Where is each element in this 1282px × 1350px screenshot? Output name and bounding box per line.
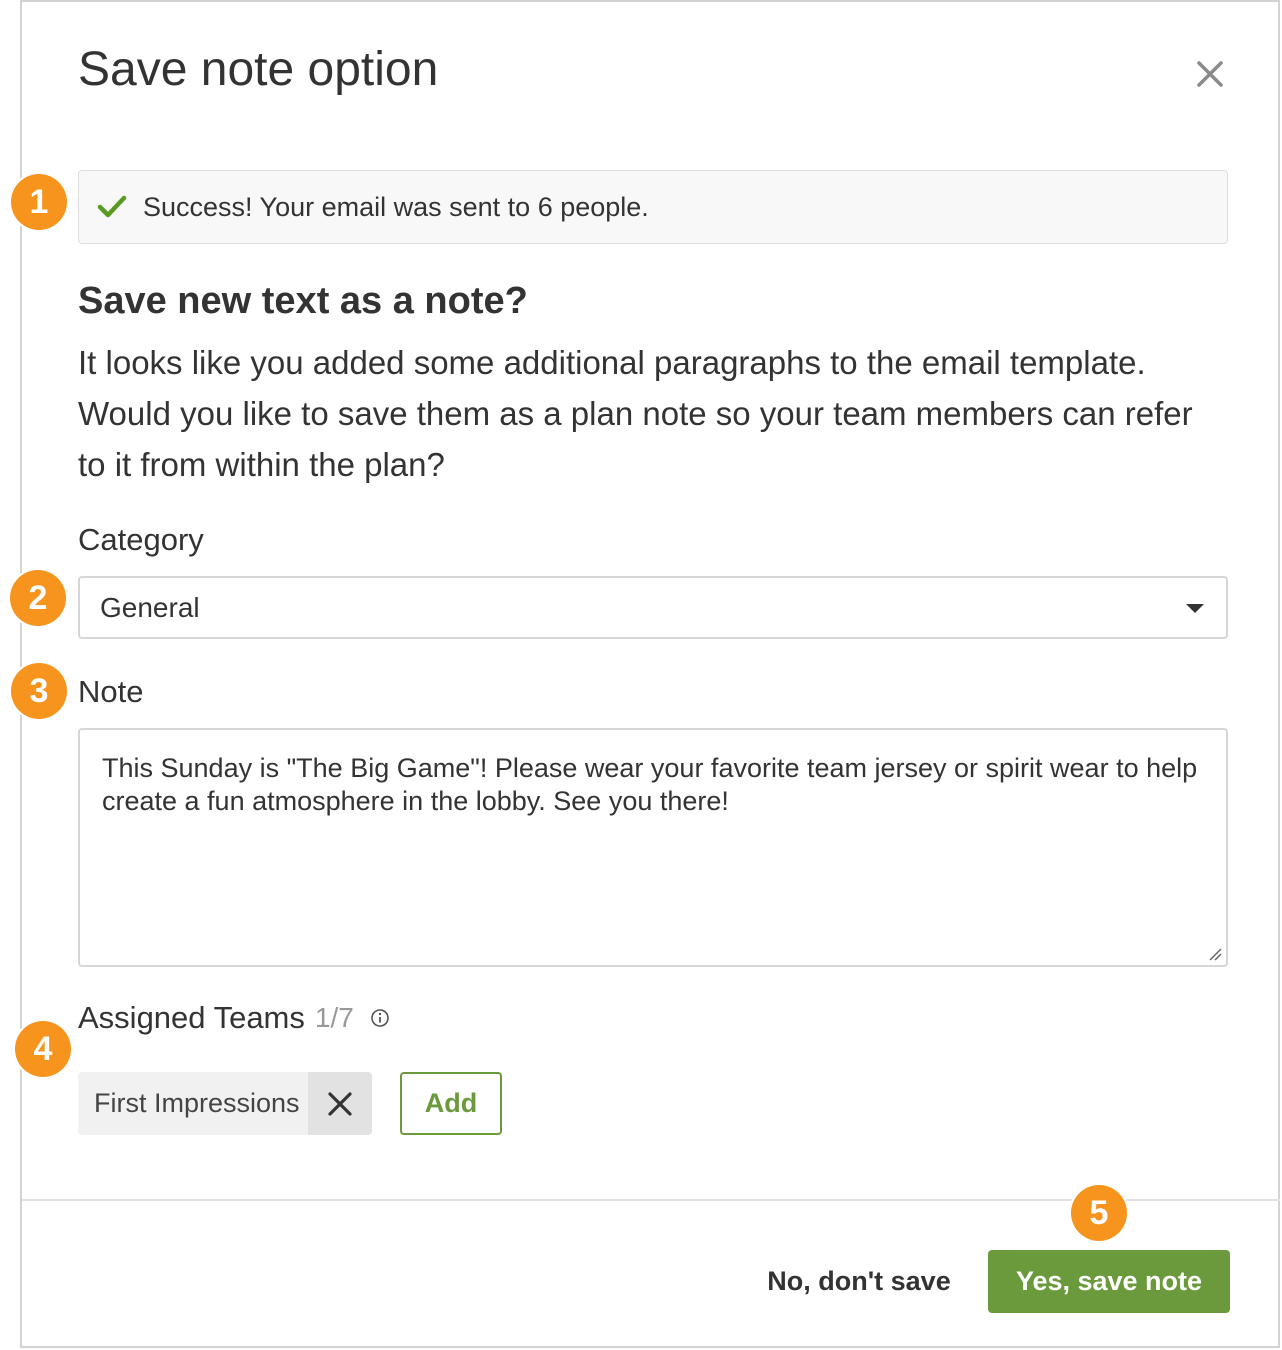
category-selected-value: General [100,591,200,623]
note-text: This Sunday is "The Big Game"! Please we… [102,753,1198,816]
team-chip-label: First Impressions [94,1088,300,1118]
dialog-title: Save note option [78,43,439,96]
assigned-teams-count: 1/7 [314,1002,354,1033]
close-icon [1197,61,1223,87]
remove-team-button[interactable] [307,1072,372,1135]
dont-save-button[interactable]: No, don't save [734,1250,984,1313]
save-note-button[interactable]: Yes, save note [988,1250,1230,1313]
checkmark-icon [97,195,127,218]
annotation-badge-3: 3 [11,663,67,719]
caret-down-icon [1186,604,1204,613]
annotation-badge-1: 1 [11,174,67,230]
annotation-badge-4: 4 [15,1021,71,1077]
assigned-teams-label: Assigned Teams 1/7 [78,1000,390,1036]
close-icon [327,1091,352,1116]
save-note-dialog: Save note option Success! Your email was… [20,0,1280,1348]
success-alert: Success! Your email was sent to 6 people… [78,170,1228,244]
prompt-description: It looks like you added some additional … [78,344,1193,483]
category-label: Category [78,522,204,557]
add-team-button[interactable]: Add [400,1072,502,1135]
assigned-teams-title: Assigned Teams [78,1000,305,1035]
team-chip: First Impressions [78,1072,372,1135]
prompt-heading: Save new text as a note? [78,280,528,322]
category-select[interactable]: General [78,576,1228,639]
note-textarea[interactable]: This Sunday is "The Big Game"! Please we… [78,728,1228,967]
annotation-badge-5: 5 [1071,1185,1127,1241]
annotation-badge-2: 2 [10,570,66,626]
note-label: Note [78,674,144,709]
close-button[interactable] [1190,54,1230,94]
alert-message: Success! Your email was sent to 6 people… [143,191,649,222]
info-icon[interactable] [370,1008,390,1028]
resize-handle-icon[interactable] [1208,947,1222,961]
